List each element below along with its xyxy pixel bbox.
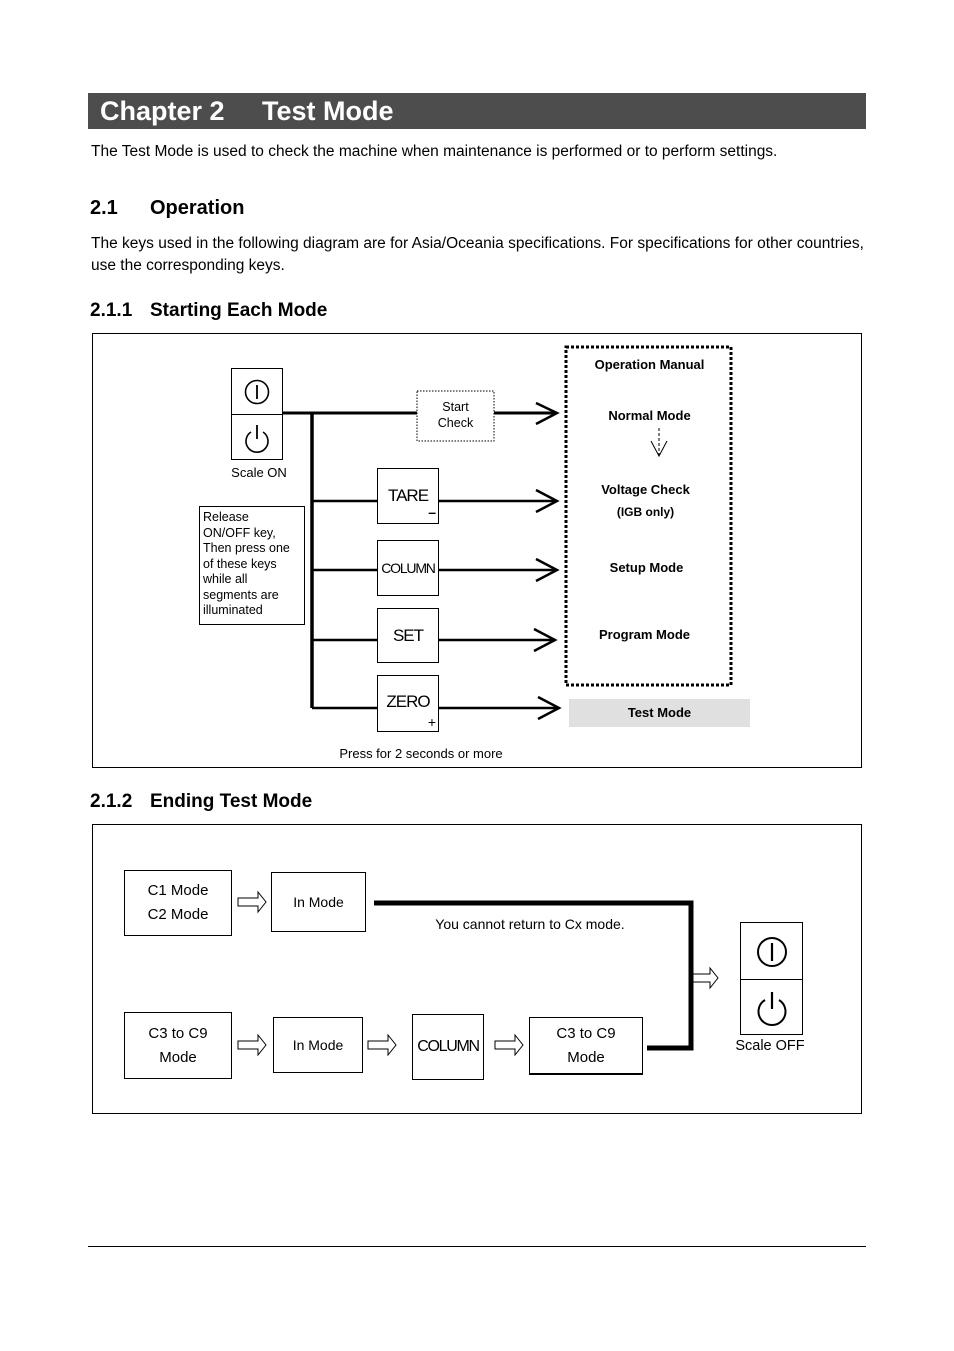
- footer-divider: [88, 1246, 866, 1247]
- hollow-arrows: [237, 890, 719, 1057]
- power-key-off[interactable]: [740, 922, 803, 1035]
- right-arrow-icon: [367, 1033, 397, 1057]
- scale-off-caption: Scale OFF: [735, 1038, 805, 1054]
- power-standby-icon: [741, 980, 802, 1035]
- right-arrow-icon: [237, 1033, 267, 1057]
- right-arrow-icon: [237, 890, 267, 914]
- right-arrow-icon: [494, 1033, 524, 1057]
- power-on-icon: [741, 923, 802, 980]
- right-arrow-icon: [692, 966, 719, 990]
